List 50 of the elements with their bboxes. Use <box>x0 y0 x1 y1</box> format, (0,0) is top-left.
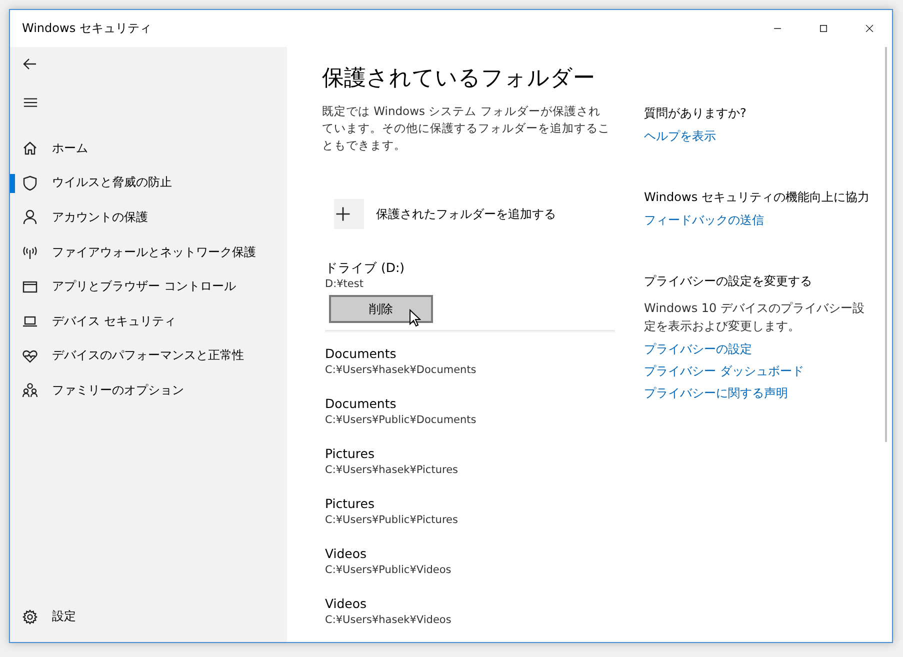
folder-path: C:¥Users¥hasek¥Pictures <box>325 463 459 478</box>
add-folder-button[interactable]: 保護されたフォルダーを追加する <box>334 199 644 229</box>
cursor-icon <box>409 309 421 327</box>
nav-item[interactable]: デバイス セキュリティ <box>10 304 287 339</box>
close-icon[interactable] <box>864 23 874 34</box>
folder-path: D:¥test <box>325 277 364 292</box>
heart-pulse-icon <box>22 348 38 364</box>
folder-name: Videos <box>325 595 368 612</box>
section-heading: プライバシーの設定を変更する <box>644 273 813 290</box>
folder-name: Videos <box>325 545 368 562</box>
description-text: 既定では Windows システム フォルダーが保護されています。その他に保護するフォルダーを追加することもできます。 <box>322 103 610 154</box>
link[interactable]: フィードバックの送信 <box>644 209 764 231</box>
nav-item[interactable]: ホーム <box>10 131 287 166</box>
shield-icon <box>22 174 38 191</box>
folder-path: C:¥Users¥Public¥Videos <box>325 563 452 578</box>
link[interactable]: プライバシーの設定 <box>644 338 752 360</box>
remove-button[interactable]: 削除 <box>329 295 433 323</box>
section-heading: Windows セキュリティの機能向上に協力 <box>644 189 870 206</box>
nav-item[interactable]: ファイアウォールとネットワーク保護 <box>10 234 287 270</box>
window-icon <box>22 278 38 295</box>
page-title: 保護されているフォルダー <box>322 65 596 93</box>
link[interactable]: プライバシーに関する声明 <box>644 382 788 404</box>
link[interactable]: ヘルプを表示 <box>644 125 716 147</box>
folder-name: Pictures <box>325 495 376 512</box>
folder-name: Documents <box>325 395 398 412</box>
nav-item[interactable]: デバイスのパフォーマンスと正常性 <box>10 338 287 374</box>
person-icon <box>22 209 38 226</box>
people-icon <box>22 382 38 398</box>
nav-item[interactable]: ファミリーのオプション <box>10 373 287 408</box>
folder-name: Documents <box>325 345 398 362</box>
scrollbar-thumb[interactable] <box>885 47 887 442</box>
antenna-icon <box>22 244 38 260</box>
link[interactable]: プライバシー ダッシュボード <box>644 360 804 382</box>
nav-item[interactable]: アプリとブラウザー コントロール <box>10 269 287 304</box>
nav-item[interactable]: ウイルスと脅威の防止 <box>10 166 287 200</box>
section-heading: 質問がありますか? <box>644 105 748 122</box>
folder-path: C:¥Users¥hasek¥Documents <box>325 363 478 378</box>
settings-item[interactable]: 設定 <box>10 599 287 634</box>
nav-item[interactable]: アカウントの保護 <box>10 200 287 235</box>
folder-path: C:¥Users¥hasek¥Videos <box>325 613 452 628</box>
back-arrow-icon[interactable] <box>22 56 38 72</box>
section-text: Windows 10 デバイスのプライバシー設定を表示および変更します。 <box>644 300 866 335</box>
folder-path: C:¥Users¥Public¥Documents <box>325 413 478 428</box>
home-icon <box>22 140 38 156</box>
folder-name: ドライブ (D:) <box>325 259 406 276</box>
folder-path: C:¥Users¥Public¥Pictures <box>325 513 459 528</box>
maximize-icon[interactable] <box>818 23 828 34</box>
window-title: Windows セキュリティ <box>22 20 152 37</box>
settings-icon <box>22 608 38 625</box>
folder-name: Pictures <box>325 445 376 462</box>
